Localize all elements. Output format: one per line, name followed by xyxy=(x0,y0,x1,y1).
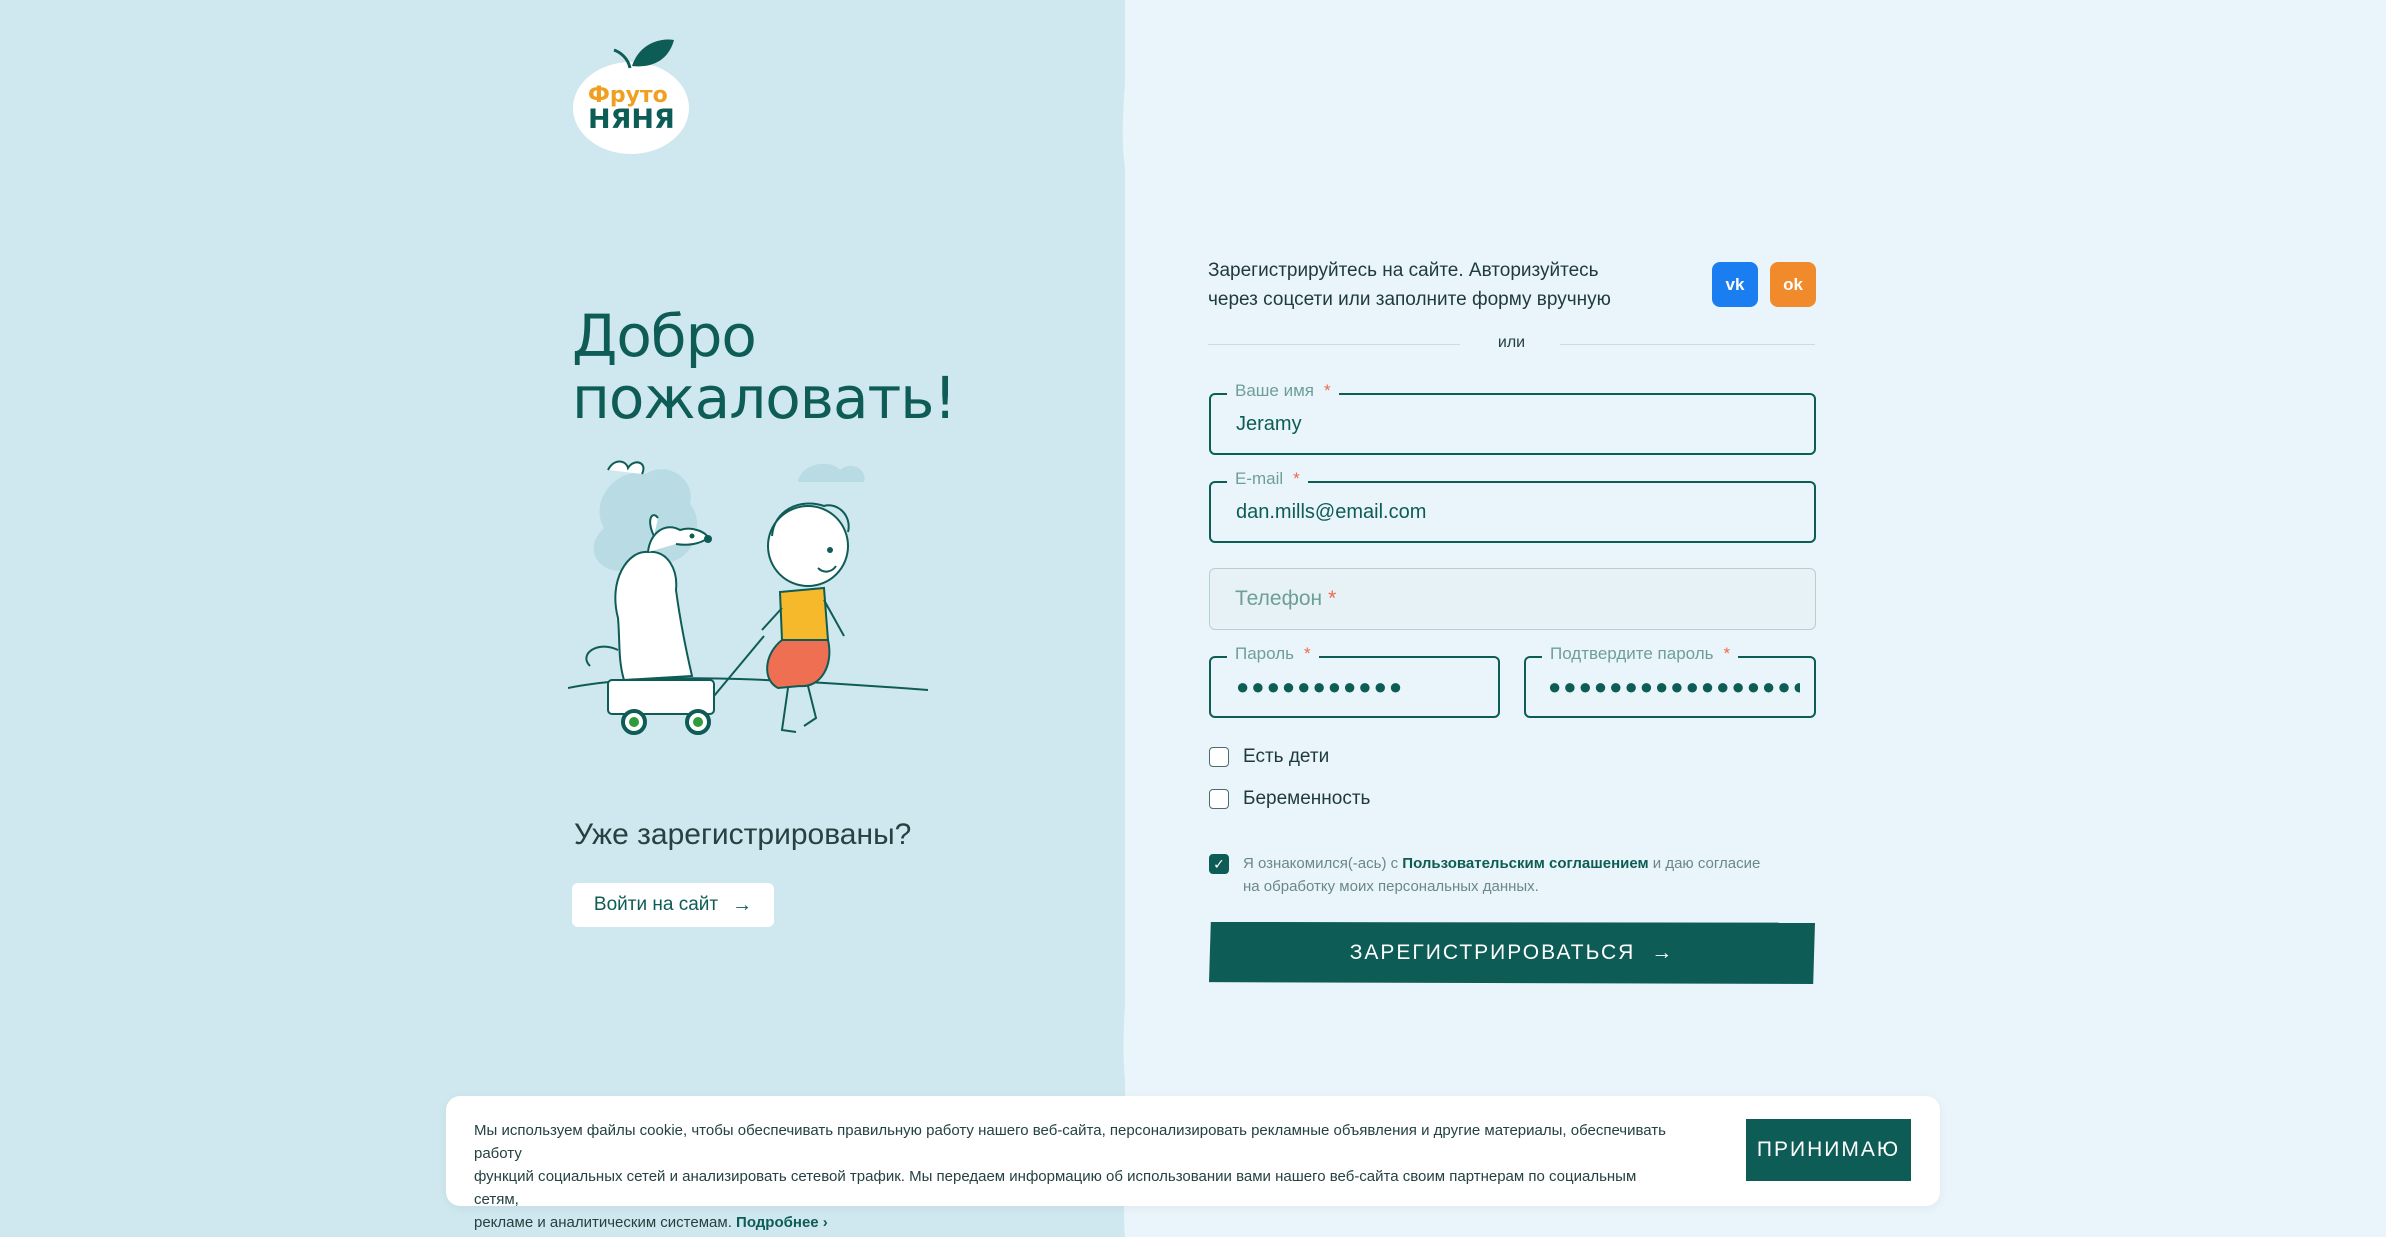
cookie-text-line2: функций социальных сетей и анализировать… xyxy=(474,1168,1637,1208)
agreement-text-before: Я ознакомился(-ась) с xyxy=(1243,855,1403,872)
cookie-more-link[interactable]: Подробнее › xyxy=(736,1214,828,1231)
user-agreement-link[interactable]: Пользовательским соглашением xyxy=(1402,855,1648,872)
vk-icon: vk xyxy=(1725,274,1745,294)
agreement-text: Я ознакомился(-ась) с Пользовательским с… xyxy=(1243,852,1803,898)
has-kids-label: Есть дети xyxy=(1243,746,1330,767)
email-field[interactable]: E-mail * dan.mills@email.com xyxy=(1209,469,1816,543)
register-button-label: ЗАРЕГИСТРИРОВАТЬСЯ xyxy=(1349,941,1636,964)
pregnancy-row[interactable]: Беременность xyxy=(1209,788,1370,810)
password-masked-value: ●●●●●●●●●●● xyxy=(1236,674,1405,699)
cookie-accept-button[interactable]: ПРИНИМАЮ xyxy=(1746,1119,1911,1181)
confirm-password-label: Подтвердите пароль * xyxy=(1542,644,1739,664)
cookie-text-line3: рекламе и аналитическим системам. xyxy=(474,1214,737,1231)
pregnancy-checkbox[interactable] xyxy=(1209,789,1229,809)
cookie-banner: Мы используем файлы cookie, чтобы обеспе… xyxy=(446,1096,1940,1231)
required-mark: * xyxy=(1324,381,1331,400)
name-field[interactable]: Ваше имя * Jeramy xyxy=(1209,381,1816,455)
left-panel xyxy=(0,0,1125,1237)
boy-and-dog-illustration xyxy=(568,460,928,735)
form-intro-line1: Зарегистрируйтесь на сайте. Авторизуйтес… xyxy=(1208,260,1599,281)
name-value: Jeramy xyxy=(1236,413,1302,435)
agreement-checkbox[interactable]: ✓ xyxy=(1209,854,1229,874)
form-intro-line2: через соцсети или заполните форму вручну… xyxy=(1208,289,1611,310)
frutonyanya-logo[interactable]: Фруто НЯНЯ xyxy=(570,32,692,157)
email-label: E-mail * xyxy=(1227,469,1308,489)
phone-field[interactable]: Телефон * xyxy=(1209,568,1816,630)
logo-text-bottom: НЯНЯ xyxy=(588,104,675,135)
login-button[interactable]: Войти на сайт → xyxy=(572,883,774,927)
register-button[interactable]: ЗАРЕГИСТРИРОВАТЬСЯ → xyxy=(1209,922,1815,984)
pregnancy-label: Беременность xyxy=(1243,788,1371,809)
email-value: dan.mills@email.com xyxy=(1236,501,1427,523)
required-mark: * xyxy=(1723,644,1731,663)
name-label: Ваше имя * xyxy=(1227,381,1339,401)
required-mark: * xyxy=(1304,644,1311,663)
cookie-text: Мы используем файлы cookie, чтобы обеспе… xyxy=(474,1119,1674,1234)
confirm-password-masked-value: ●●●●●●●●●●●●●●●●●●●● xyxy=(1548,674,1800,699)
arrow-right-icon: → xyxy=(1651,941,1675,964)
ok-login-button[interactable]: ok xyxy=(1770,262,1816,307)
login-button-label: Войти на сайт xyxy=(593,894,719,915)
checkmark-icon: ✓ xyxy=(1213,855,1225,872)
confirm-password-field[interactable]: Подтвердите пароль* ●●●●●●●●●●●●●●●●●●●● xyxy=(1524,644,1816,718)
agreement-text-after: и даю согласие xyxy=(1648,855,1761,872)
phone-placeholder: Телефон * xyxy=(1235,587,1337,610)
cookie-text-line1: Мы используем файлы cookie, чтобы обеспе… xyxy=(474,1122,1666,1162)
or-divider: или xyxy=(1208,332,1815,356)
already-registered-text: Уже зарегистрированы? xyxy=(574,818,912,851)
welcome-title: Добро пожаловать! xyxy=(572,305,972,429)
form-intro: Зарегистрируйтесь на сайте. Авторизуйтес… xyxy=(1208,256,1628,314)
agreement-row: ✓ Я ознакомился(-ась) с Пользовательским… xyxy=(1209,852,1803,898)
required-mark: * xyxy=(1293,469,1300,488)
welcome-title-line1: Добро xyxy=(572,302,757,370)
password-field[interactable]: Пароль * ●●●●●●●●●●● xyxy=(1209,644,1500,718)
odnoklassniki-icon: ok xyxy=(1783,274,1803,294)
divider-line-right xyxy=(1560,344,1815,345)
password-label: Пароль * xyxy=(1227,644,1319,664)
has-kids-row[interactable]: Есть дети xyxy=(1209,746,1329,768)
agreement-text-line2: на обработку моих персональных данных. xyxy=(1243,878,1539,895)
required-mark: * xyxy=(1328,587,1337,610)
arrow-right-icon: → xyxy=(732,893,753,916)
vk-login-button[interactable]: vk xyxy=(1712,262,1758,307)
or-text: или xyxy=(1497,334,1526,351)
has-kids-checkbox[interactable] xyxy=(1209,747,1229,767)
welcome-title-line2: пожаловать! xyxy=(572,364,957,432)
